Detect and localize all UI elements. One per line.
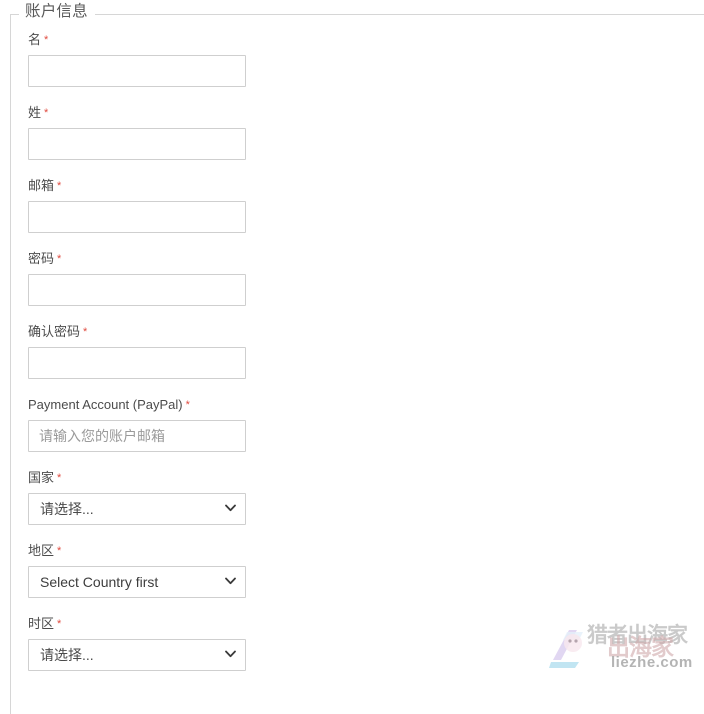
- last-name-input[interactable]: [28, 128, 246, 160]
- field-first-name: 名 *: [28, 32, 348, 87]
- label-email-text: 邮箱: [28, 178, 55, 193]
- payment-account-input[interactable]: [28, 420, 246, 452]
- label-password: 密码 *: [28, 251, 348, 267]
- country-select[interactable]: 请选择...: [28, 493, 246, 525]
- field-region: 地区 * Select Country first: [28, 543, 348, 598]
- field-email: 邮箱 *: [28, 178, 348, 233]
- country-select-value[interactable]: 请选择...: [28, 493, 246, 525]
- label-country: 国家 *: [28, 470, 348, 486]
- label-confirm-password-text: 确认密码: [28, 324, 81, 339]
- confirm-password-input[interactable]: [28, 347, 246, 379]
- required-asterisk: *: [57, 253, 62, 265]
- field-last-name: 姓 *: [28, 105, 348, 160]
- email-input[interactable]: [28, 201, 246, 233]
- timezone-select[interactable]: 请选择...: [28, 639, 246, 671]
- required-asterisk: *: [57, 545, 62, 557]
- label-timezone: 时区 *: [28, 616, 348, 632]
- label-email: 邮箱 *: [28, 178, 348, 194]
- label-first-name: 名 *: [28, 32, 348, 48]
- password-input[interactable]: [28, 274, 246, 306]
- required-asterisk: *: [185, 399, 190, 411]
- label-country-text: 国家: [28, 470, 55, 485]
- required-asterisk: *: [83, 326, 88, 338]
- region-select[interactable]: Select Country first: [28, 566, 246, 598]
- label-first-name-text: 名: [28, 32, 42, 47]
- required-asterisk: *: [57, 180, 62, 192]
- fieldset-legend: 账户信息: [19, 2, 95, 22]
- field-confirm-password: 确认密码 *: [28, 324, 348, 379]
- first-name-input[interactable]: [28, 55, 246, 87]
- label-last-name: 姓 *: [28, 105, 348, 121]
- required-asterisk: *: [57, 618, 62, 630]
- timezone-select-value[interactable]: 请选择...: [28, 639, 246, 671]
- account-form: 名 * 姓 * 邮箱 * 密码 * 确认密码 * Payment Account (Pay…: [28, 32, 348, 689]
- required-asterisk: *: [44, 34, 49, 46]
- field-country: 国家 * 请选择...: [28, 470, 348, 525]
- label-payment-account-text: Payment Account (PayPal): [28, 397, 183, 412]
- label-password-text: 密码: [28, 251, 55, 266]
- label-payment-account: Payment Account (PayPal) *: [28, 397, 348, 413]
- account-info-fieldset: 账户信息 名 * 姓 * 邮箱 * 密码 * 确认密码 * Payment Ac…: [10, 2, 704, 714]
- field-password: 密码 *: [28, 251, 348, 306]
- required-asterisk: *: [57, 472, 62, 484]
- label-region: 地区 *: [28, 543, 348, 559]
- field-payment-account: Payment Account (PayPal) *: [28, 397, 348, 452]
- field-timezone: 时区 * 请选择...: [28, 616, 348, 671]
- required-asterisk: *: [44, 107, 49, 119]
- label-region-text: 地区: [28, 543, 55, 558]
- region-select-value[interactable]: Select Country first: [28, 566, 246, 598]
- label-timezone-text: 时区: [28, 616, 55, 631]
- label-last-name-text: 姓: [28, 105, 42, 120]
- label-confirm-password: 确认密码 *: [28, 324, 348, 340]
